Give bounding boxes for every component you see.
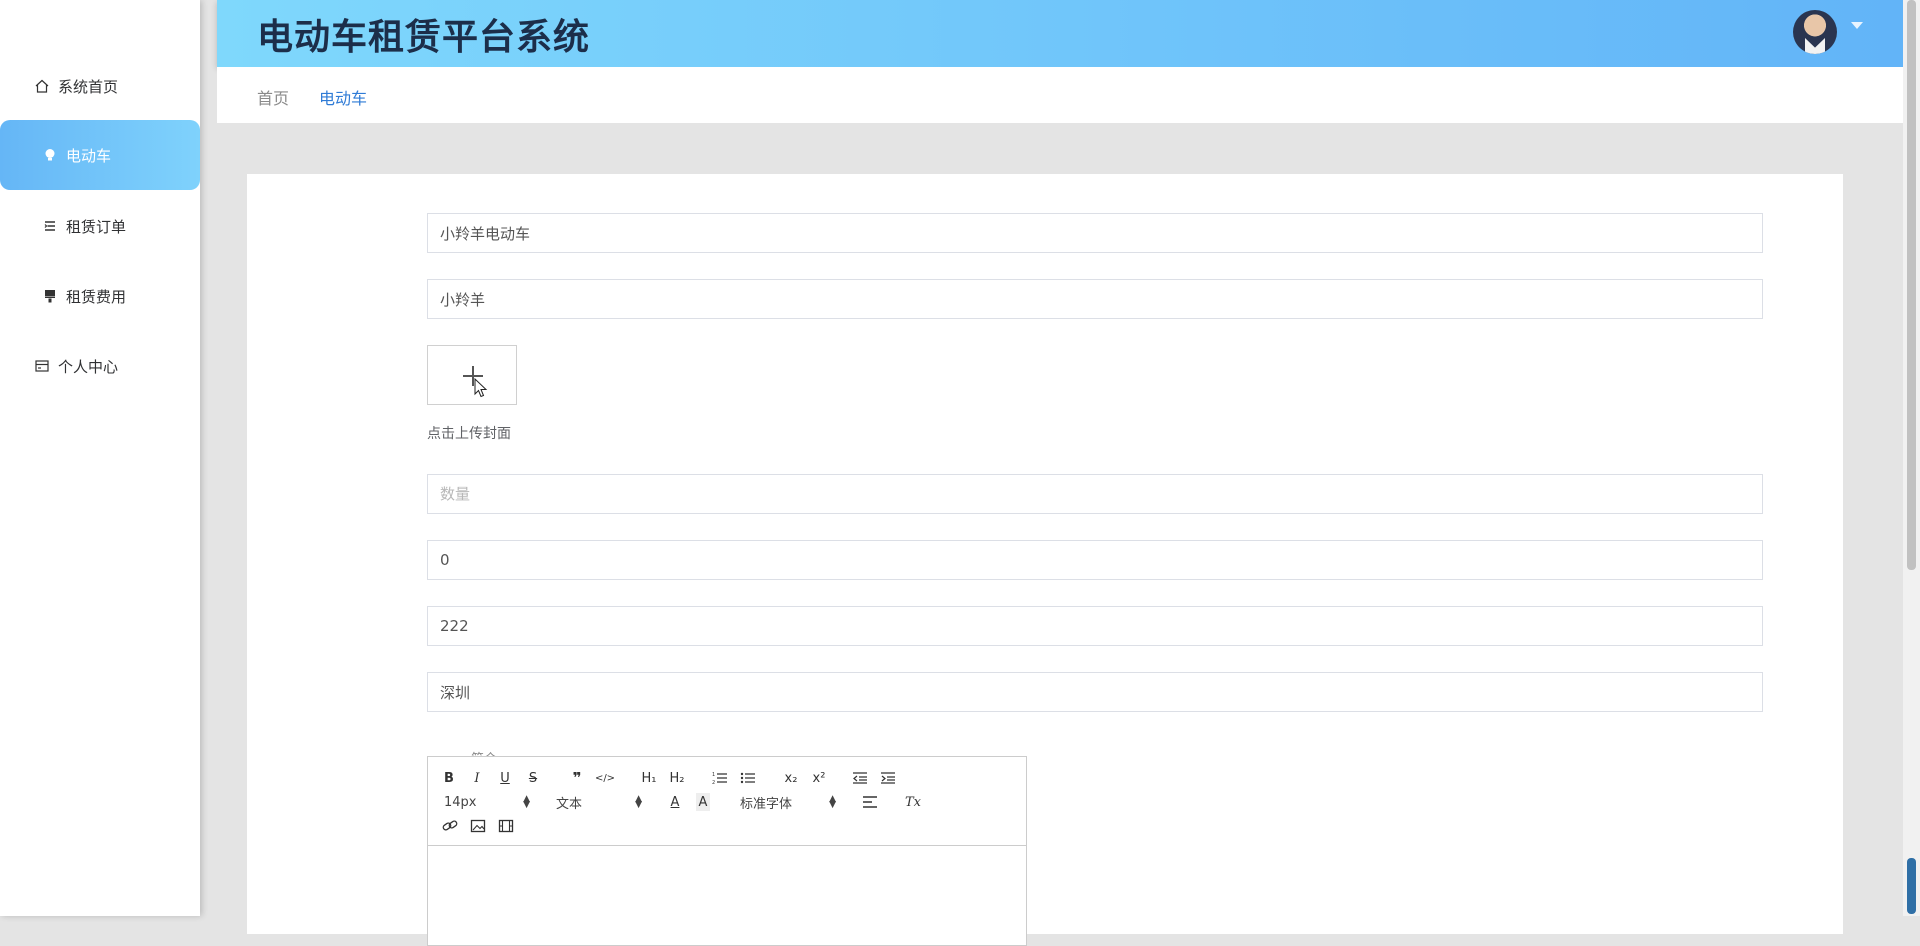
brand-input[interactable] <box>427 279 1763 319</box>
merchant-address-input[interactable] <box>427 672 1763 712</box>
chevron-updown-icon: ▲ ▼ <box>635 794 642 810</box>
sidebar-item-rental-fees[interactable]: 租赁费用 <box>0 261 200 331</box>
header-select[interactable]: 文本 ▲ ▼ <box>556 793 642 812</box>
editor-toolbar: B I U S ❞ </> H₁ H₂ 12 x₂ x² 14px ▲ ▼ 文本… <box>428 757 1026 846</box>
hourly-price-input[interactable] <box>427 540 1763 580</box>
clear-format-button[interactable]: Tx <box>904 793 922 811</box>
sidebar-item-ebike[interactable]: 电动车 <box>0 120 200 190</box>
superscript-button[interactable]: x² <box>810 769 828 787</box>
font-family-select[interactable]: 标准字体 ▲ ▼ <box>740 793 836 812</box>
align-icon[interactable] <box>862 793 878 811</box>
font-color-button[interactable]: A <box>668 793 682 811</box>
chevron-updown-icon: ▲ ▼ <box>523 794 530 810</box>
scroll-thumb[interactable] <box>1907 0 1916 570</box>
sidebar-item-profile[interactable]: 个人中心 <box>0 331 200 401</box>
h2-button[interactable]: H₂ <box>666 769 688 787</box>
breadcrumb-current: 电动车 <box>319 89 368 108</box>
indent-icon[interactable] <box>880 769 896 787</box>
quote-button[interactable]: ❞ <box>568 769 586 787</box>
chevron-updown-icon: ▲ ▼ <box>829 794 836 810</box>
code-button[interactable]: </> <box>595 769 615 787</box>
vehicle-type-input[interactable] <box>427 213 1763 253</box>
list-icon <box>40 216 60 236</box>
quantity-input[interactable] <box>427 474 1763 514</box>
outdent-icon[interactable] <box>852 769 868 787</box>
scroll-indicator <box>1907 858 1916 914</box>
font-size-select[interactable]: 14px ▲ ▼ <box>444 793 530 811</box>
strike-button[interactable]: S <box>526 769 540 787</box>
video-icon[interactable] <box>498 817 514 835</box>
chevron-down-icon[interactable] <box>1851 22 1863 29</box>
bulb-icon <box>40 145 60 165</box>
intro-editor: B I U S ❞ </> H₁ H₂ 12 x₂ x² 14px ▲ ▼ 文本… <box>427 756 1027 946</box>
ordered-list-icon[interactable]: 12 <box>712 769 728 787</box>
app-title: 电动车租赁平台系统 <box>257 17 591 58</box>
sidebar-item-home[interactable]: 系统首页 <box>0 51 200 121</box>
sidebar-item-label: 租赁订单 <box>66 217 127 236</box>
brush-icon <box>40 286 60 306</box>
sidebar-item-label: 个人中心 <box>58 357 119 376</box>
background-color-button[interactable]: A <box>696 793 710 811</box>
underline-button[interactable]: U <box>498 769 512 787</box>
merchant-name-input[interactable] <box>427 606 1763 646</box>
wallet-icon <box>32 356 52 376</box>
svg-text:2: 2 <box>712 780 715 785</box>
italic-button[interactable]: I <box>470 769 484 787</box>
sidebar-item-rental-orders[interactable]: 租赁订单 <box>0 191 200 261</box>
top-header: 电动车租赁平台系统 <box>217 0 1903 67</box>
avatar[interactable] <box>1793 10 1837 54</box>
h1-button[interactable]: H₁ <box>638 769 660 787</box>
sidebar: 系统首页 电动车 租赁订单 租赁费用 个人中心 <box>0 0 200 916</box>
editor-content-area[interactable] <box>428 846 1026 946</box>
link-icon[interactable] <box>442 817 458 835</box>
bullet-list-icon[interactable] <box>740 769 756 787</box>
svg-text:1: 1 <box>712 772 715 778</box>
page-scrollbar[interactable] <box>1903 0 1920 916</box>
cover-upload-button[interactable] <box>427 345 517 405</box>
sidebar-item-label: 系统首页 <box>58 77 119 96</box>
image-icon[interactable] <box>470 817 486 835</box>
cover-upload-tip: 点击上传封面 <box>427 426 511 442</box>
bold-button[interactable]: B <box>442 769 456 787</box>
sidebar-item-label: 租赁费用 <box>66 287 127 306</box>
cursor-icon <box>474 378 488 398</box>
form-card: 车辆类型 品牌 封面 点击上传封面 数量 每时价格 商家名称 商家地址 简介 <box>247 174 1843 946</box>
sidebar-item-label: 电动车 <box>66 146 112 165</box>
breadcrumb: 首页 电动车 <box>217 67 1903 123</box>
breadcrumb-home[interactable]: 首页 <box>257 85 289 109</box>
home-icon <box>32 76 52 96</box>
subscript-button[interactable]: x₂ <box>782 769 800 787</box>
